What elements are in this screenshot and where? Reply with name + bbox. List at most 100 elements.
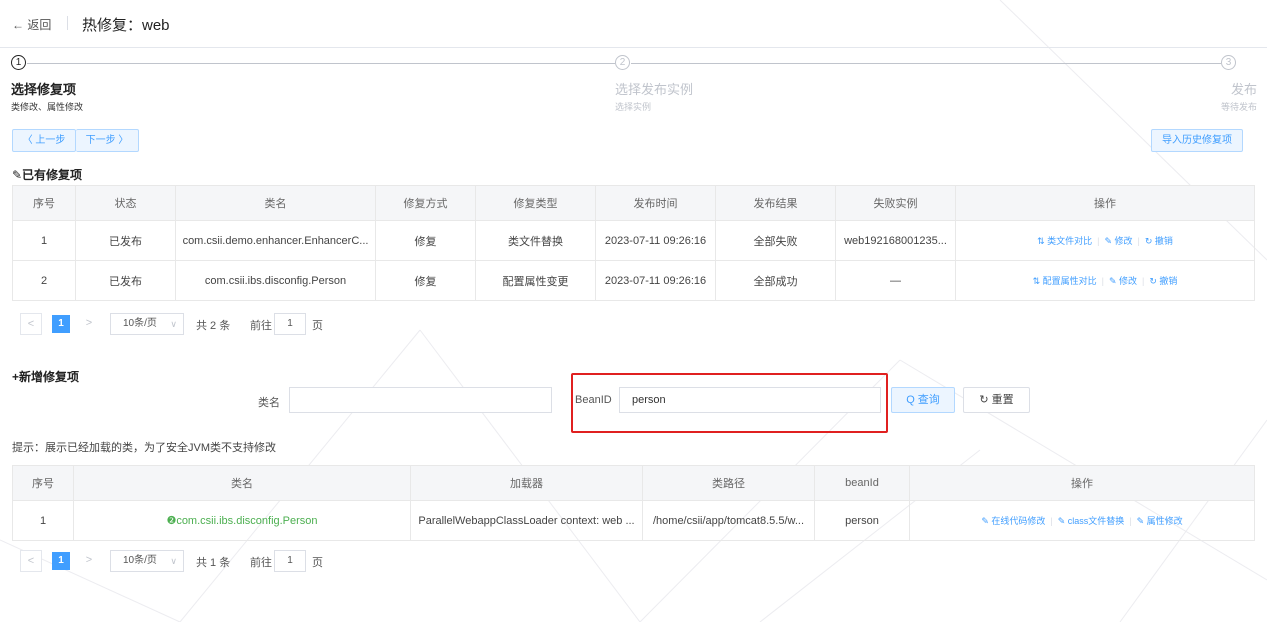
prev-page-button[interactable]: < — [20, 313, 42, 335]
column-header: 发布结果 — [715, 185, 836, 221]
reset-button[interactable]: ↻ 重置 — [963, 387, 1030, 413]
goto-page-input[interactable]: 1 — [274, 550, 306, 572]
table-header-row: 序号 状态 类名 修复方式 修复类型 发布时间 发布结果 失败实例 操作 — [12, 185, 1255, 221]
current-page-button[interactable]: 1 — [52, 315, 70, 333]
cell-actions: ⇅ 类文件对比 | ✎ 修改 | ↻ 撤销 — [955, 220, 1255, 261]
goto-label: 前往 — [250, 320, 272, 332]
next-page-button[interactable]: > — [78, 313, 100, 335]
step-3-number: 3 — [1221, 55, 1236, 70]
page-unit-label: 页 — [312, 557, 323, 569]
step-connector-1 — [27, 63, 615, 64]
total-count: 共 1 条 — [196, 557, 231, 569]
cell-status: 已发布 — [75, 220, 176, 261]
next-page-button[interactable]: > — [78, 550, 100, 572]
compare-file-link[interactable]: ⇅ 类文件对比 — [1037, 236, 1092, 246]
column-header: 类路径 — [642, 465, 815, 501]
edit-link[interactable]: ✎ 修改 — [1104, 236, 1132, 246]
page-size-select[interactable]: 10条/页 ∨ — [110, 550, 184, 572]
compare-config-link[interactable]: ⇅ 配置属性对比 — [1033, 276, 1097, 286]
existing-pagination: < 1 > 10条/页 ∨ 共 2 条 前往 1 页 — [20, 313, 420, 335]
loaded-classes-table: 序号 类名 加载器 类路径 beanId 操作 1 ❷com.csii.ibs.… — [12, 465, 1255, 541]
cell-loader: ParallelWebappClassLoader context: web .… — [410, 500, 643, 541]
table-row: 1 已发布 com.csii.demo.enhancer.EnhancerC..… — [12, 220, 1255, 261]
cell-result: 全部成功 — [715, 260, 836, 301]
step-1-title: 选择修复项 — [11, 82, 77, 97]
loaded-pagination: < 1 > 10条/页 ∨ 共 1 条 前往 1 页 — [20, 550, 420, 572]
table-header-row: 序号 类名 加载器 类路径 beanId 操作 — [12, 465, 1255, 501]
cell-index: 1 — [12, 220, 76, 261]
revoke-link[interactable]: ↻ 撤销 — [1149, 276, 1177, 286]
column-header: 操作 — [955, 185, 1255, 221]
step-2-title: 选择发布实例 — [615, 82, 694, 97]
cell-class: com.csii.ibs.disconfig.Person — [175, 260, 376, 301]
prev-step-button[interactable]: 〈 上一步 — [12, 129, 76, 152]
step-3-title: 发布 — [1230, 82, 1257, 97]
page-size-value: 10条/页 — [123, 318, 157, 329]
page-header: ← 返回 热修复：web — [0, 0, 1267, 48]
cell-status: 已发布 — [75, 260, 176, 301]
column-header: 序号 — [12, 185, 76, 221]
search-button[interactable]: Q 查询 — [891, 387, 955, 413]
step-2-desc: 选择实例 — [615, 102, 652, 112]
column-header: 序号 — [12, 465, 74, 501]
revoke-link[interactable]: ↻ 撤销 — [1145, 236, 1173, 246]
chevron-down-icon: ∨ — [170, 319, 177, 329]
back-link[interactable]: ← 返回 — [12, 16, 51, 33]
existing-fixes-table: 序号 状态 类名 修复方式 修复类型 发布时间 发布结果 失败实例 操作 1 已… — [12, 185, 1255, 301]
column-header: 状态 — [75, 185, 176, 221]
class-replace-link[interactable]: ✎ class文件替换 — [1058, 516, 1125, 526]
cell-failed: web192168001235... — [835, 220, 956, 261]
table-row: 1 ❷com.csii.ibs.disconfig.Person Paralle… — [12, 500, 1255, 541]
cell-result: 全部失败 — [715, 220, 836, 261]
cell-index: 2 — [12, 260, 76, 301]
column-header: 加载器 — [410, 465, 643, 501]
edit-link[interactable]: ✎ 修改 — [1109, 276, 1137, 286]
add-section-title: +新增修复项 — [12, 370, 80, 384]
step-1-number: 1 — [11, 55, 26, 70]
cell-bean-id: person — [814, 500, 910, 541]
cell-actions: ⇅ 配置属性对比 | ✎ 修改 | ↻ 撤销 — [955, 260, 1255, 301]
page-size-value: 10条/页 — [123, 555, 157, 566]
highlight-box — [571, 373, 888, 433]
step-3-desc: 等待发布 — [1220, 102, 1257, 112]
cell-type: 类文件替换 — [475, 220, 596, 261]
cell-class: com.csii.demo.enhancer.EnhancerC... — [175, 220, 376, 261]
cell-failed: — — [835, 260, 956, 301]
class-name-input[interactable] — [289, 387, 552, 413]
online-edit-link[interactable]: ✎ 在线代码修改 — [981, 516, 1045, 526]
header-divider — [67, 16, 68, 30]
cell-method: 修复 — [375, 220, 476, 261]
prev-page-button[interactable]: < — [20, 550, 42, 572]
goto-label: 前往 — [250, 557, 272, 569]
column-header: beanId — [814, 465, 910, 501]
import-history-button[interactable]: 导入历史修复项 — [1151, 129, 1243, 152]
step-1-desc: 类修改、属性修改 — [11, 102, 84, 112]
page-size-select[interactable]: 10条/页 ∨ — [110, 313, 184, 335]
column-header: 失败实例 — [835, 185, 956, 221]
cell-path: /home/csii/app/tomcat8.5.5/w... — [642, 500, 815, 541]
current-page-button[interactable]: 1 — [52, 552, 70, 570]
cell-time: 2023-07-11 09:26:16 — [595, 220, 716, 261]
step-connector-2 — [631, 63, 1221, 64]
table-row: 2 已发布 com.csii.ibs.disconfig.Person 修复 配… — [12, 260, 1255, 301]
cell-method: 修复 — [375, 260, 476, 301]
class-link[interactable]: ❷com.csii.ibs.disconfig.Person — [73, 500, 411, 541]
cell-time: 2023-07-11 09:26:16 — [595, 260, 716, 301]
column-header: 类名 — [73, 465, 411, 501]
class-name-label: 类名 — [258, 397, 280, 409]
column-header: 发布时间 — [595, 185, 716, 221]
cell-index: 1 — [12, 500, 74, 541]
next-step-button[interactable]: 下一步 〉 — [76, 129, 139, 152]
hint-text: 提示：展示已经加载的类，为了安全JVM类不支持修改 — [12, 442, 276, 454]
property-edit-link[interactable]: ✎ 属性修改 — [1137, 516, 1183, 526]
column-header: 操作 — [909, 465, 1255, 501]
step-2-number: 2 — [615, 55, 630, 70]
page-title: 热修复：web — [82, 17, 170, 34]
cell-actions: ✎ 在线代码修改 | ✎ class文件替换 | ✎ 属性修改 — [909, 500, 1255, 541]
chevron-down-icon: ∨ — [170, 556, 177, 566]
goto-page-input[interactable]: 1 — [274, 313, 306, 335]
total-count: 共 2 条 — [196, 320, 231, 332]
column-header: 修复方式 — [375, 185, 476, 221]
existing-section-title: ✎已有修复项 — [12, 168, 83, 182]
column-header: 类名 — [175, 185, 376, 221]
